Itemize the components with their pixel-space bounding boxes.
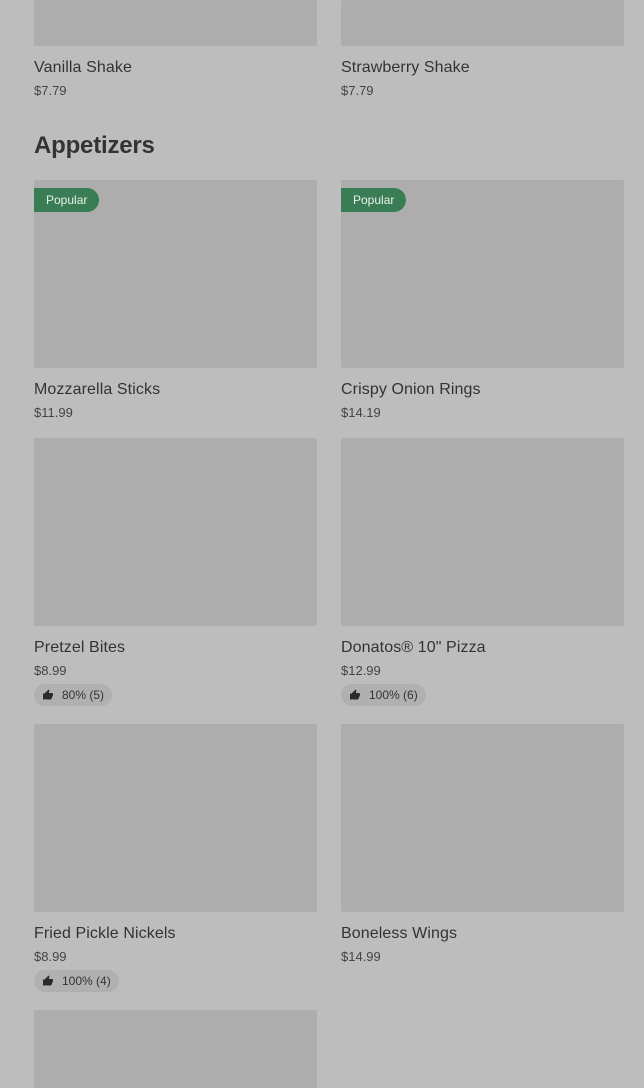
menu-item-card[interactable]: Donatos® 10" Pizza $12.99 100% (6) <box>341 438 624 706</box>
item-image <box>34 724 317 912</box>
item-image <box>341 724 624 912</box>
item-price: $8.99 <box>34 663 67 678</box>
menu-item-card[interactable]: Fried Pickle Nickels $8.99 100% (4) <box>34 724 317 992</box>
rating-pill: 80% (5) <box>34 684 113 706</box>
menu-item-card[interactable]: Strawberry Shake $7.79 <box>341 0 624 98</box>
item-name: Fried Pickle Nickels <box>34 925 176 942</box>
thumbs-up-icon <box>43 689 53 700</box>
rating-pill: 100% (4) <box>34 970 119 992</box>
item-name: Boneless Wings <box>341 925 458 942</box>
menu-item-card[interactable]: Popular Crispy Onion Rings $14.19 <box>341 180 624 420</box>
thumbs-up-icon <box>350 689 360 700</box>
item-image <box>34 438 317 626</box>
item-price: $8.99 <box>34 949 67 964</box>
popular-badge: Popular <box>34 188 100 212</box>
item-name: Crispy Onion Rings <box>341 381 481 398</box>
item-price: $7.79 <box>34 83 67 98</box>
item-image: Popular <box>34 180 317 368</box>
rating-text: 100% (6) <box>369 688 418 702</box>
item-price: $14.99 <box>341 949 381 964</box>
section-title: Appetizers <box>34 132 155 159</box>
item-image <box>34 1010 317 1088</box>
item-name: Pretzel Bites <box>34 639 126 656</box>
menu-page: Vanilla Shake $7.79 Strawberry Shake $7.… <box>0 0 644 1088</box>
menu-item-card[interactable]: Pretzel Bites $8.99 80% (5) <box>34 438 317 706</box>
popular-badge: Popular <box>341 188 407 212</box>
item-image <box>34 0 317 46</box>
rating-pill: 100% (6) <box>341 684 426 706</box>
menu-item-card[interactable]: Vanilla Shake $7.79 <box>34 0 317 98</box>
item-name: Vanilla Shake <box>34 59 132 76</box>
menu-item-card[interactable]: Popular Mozzarella Sticks $11.99 <box>34 180 317 420</box>
menu-item-card[interactable] <box>34 1010 317 1088</box>
rating-text: 100% (4) <box>62 974 111 988</box>
menu-item-card[interactable]: Boneless Wings $14.99 <box>341 724 624 964</box>
item-price: $11.99 <box>34 405 73 420</box>
item-image <box>341 438 624 626</box>
rating-text: 80% (5) <box>62 688 105 702</box>
item-name: Donatos® 10" Pizza <box>341 639 486 656</box>
item-image <box>341 0 624 46</box>
item-image: Popular <box>341 180 624 368</box>
item-price: $14.19 <box>341 405 381 420</box>
item-price: $7.79 <box>341 83 374 98</box>
item-name: Mozzarella Sticks <box>34 381 161 398</box>
item-price: $12.99 <box>341 663 381 678</box>
thumbs-up-icon <box>43 975 53 986</box>
item-name: Strawberry Shake <box>341 59 470 76</box>
